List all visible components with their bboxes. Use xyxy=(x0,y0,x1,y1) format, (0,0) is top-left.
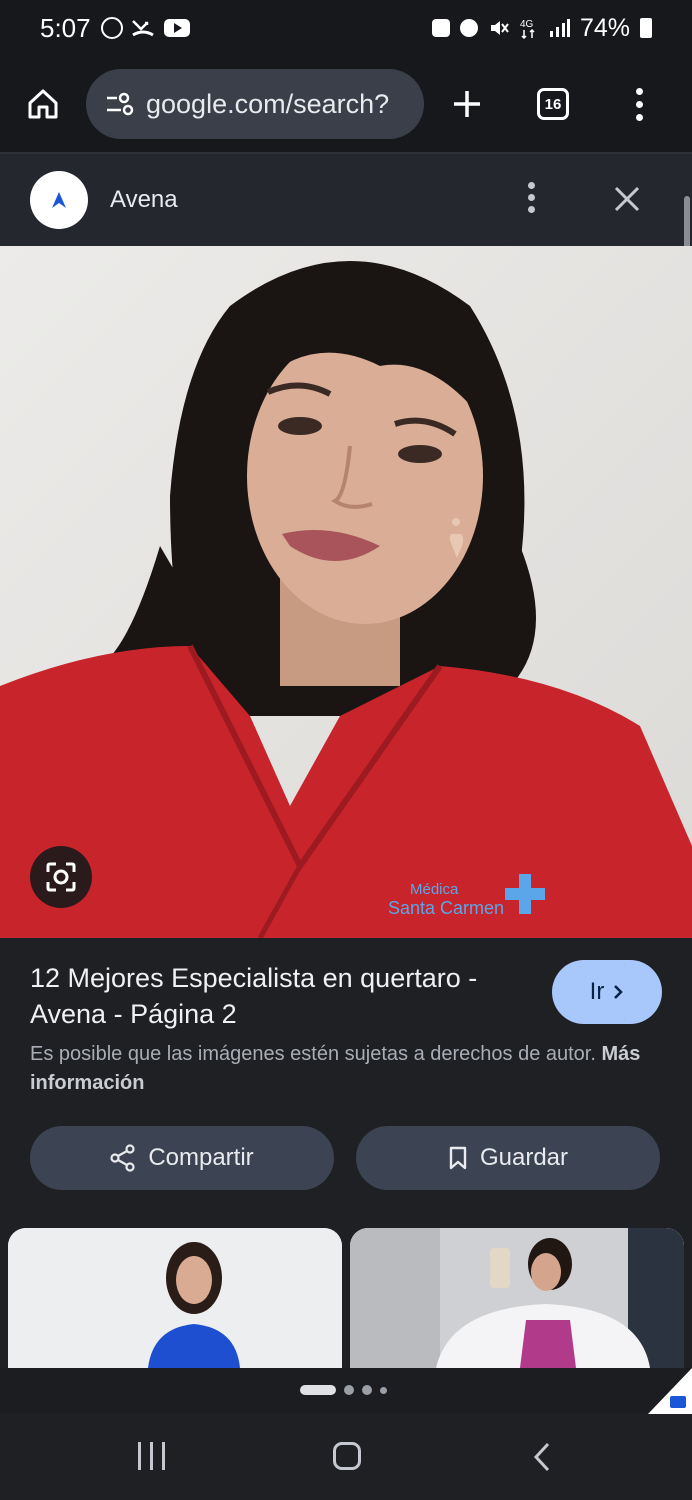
lens-icon xyxy=(46,862,76,892)
close-icon[interactable] xyxy=(612,184,642,214)
notification-box-icon xyxy=(431,19,450,37)
page-indicator-dot xyxy=(344,1385,354,1395)
tab-switcher-button[interactable]: 16 xyxy=(510,56,596,152)
browser-toolbar: google.com/search? 16 xyxy=(0,56,692,152)
back-icon[interactable] xyxy=(530,1442,554,1472)
mute-icon xyxy=(490,21,509,35)
related-image-1[interactable] xyxy=(8,1228,342,1368)
pager-bar xyxy=(0,1368,692,1414)
save-label: Guardar xyxy=(479,1144,569,1171)
more-vert-icon xyxy=(635,87,643,121)
youtube-icon xyxy=(163,19,190,37)
tab-count: 16 xyxy=(537,88,569,120)
more-options-button[interactable] xyxy=(528,182,535,218)
copyright-text: Es posible que las imágenes estén sujeta… xyxy=(30,1043,596,1065)
photo-illustration: Médica Santa Carmen xyxy=(0,246,692,938)
image-viewer-header: Avena xyxy=(0,154,692,246)
new-tab-button[interactable] xyxy=(424,56,510,152)
battery-icon xyxy=(640,18,652,38)
visit-site-button[interactable]: Ir xyxy=(552,960,662,1024)
copyright-notice: Es posible que las imágenes estén sujeta… xyxy=(30,1040,650,1098)
svg-text:4G: 4G xyxy=(520,19,534,30)
page-indicator-dot xyxy=(362,1385,372,1395)
signal-icon xyxy=(549,19,570,37)
visit-site-label: Ir xyxy=(589,978,605,1005)
missed-call-icon xyxy=(131,20,154,37)
status-right: 4G 74% xyxy=(431,13,652,43)
whatsapp-icon xyxy=(100,17,123,39)
main-image[interactable]: Médica Santa Carmen xyxy=(0,246,692,938)
status-bar: 5:07 4G 74% xyxy=(0,0,692,56)
browser-menu-button[interactable] xyxy=(596,56,682,152)
bookmark-icon xyxy=(449,1146,467,1170)
site-name[interactable]: Avena xyxy=(110,186,178,214)
site-settings-icon[interactable] xyxy=(104,89,134,119)
share-label: Compartir xyxy=(148,1144,254,1171)
page-indicator xyxy=(300,1385,387,1395)
home-button[interactable] xyxy=(0,56,86,152)
status-time: 5:07 xyxy=(40,12,91,43)
google-lens-button[interactable] xyxy=(30,846,92,908)
plus-icon xyxy=(454,91,480,117)
avena-logo-icon xyxy=(52,192,66,208)
share-button[interactable]: Compartir xyxy=(30,1126,334,1190)
address-bar[interactable]: google.com/search? xyxy=(86,69,424,139)
site-favicon[interactable] xyxy=(30,171,88,229)
network-4g-icon: 4G xyxy=(520,19,535,40)
system-navigation-bar xyxy=(0,1414,692,1500)
scrubs-logo-line1: Médica xyxy=(410,881,459,898)
home-icon xyxy=(28,89,58,119)
home-nav-button[interactable] xyxy=(333,1442,361,1470)
alarm-icon xyxy=(459,19,478,37)
page-indicator-dot xyxy=(380,1386,387,1394)
recents-button[interactable] xyxy=(138,1442,165,1470)
thumb-illustration-2 xyxy=(350,1228,684,1368)
battery-percentage: 74% xyxy=(579,13,630,42)
status-left-icons xyxy=(100,17,191,39)
url-text[interactable]: google.com/search? xyxy=(146,89,389,120)
related-images xyxy=(0,1228,692,1368)
chevron-right-icon xyxy=(614,985,624,999)
share-icon xyxy=(110,1144,135,1172)
page-indicator-active xyxy=(300,1385,336,1395)
save-button[interactable]: Guardar xyxy=(356,1126,660,1190)
result-title[interactable]: 12 Mejores Especialista en quertaro - Av… xyxy=(30,960,540,1032)
result-details: 12 Mejores Especialista en quertaro - Av… xyxy=(0,938,692,1228)
thumb-illustration-1 xyxy=(8,1228,342,1368)
scrubs-logo-line2: Santa Carmen xyxy=(388,898,504,918)
related-image-2[interactable] xyxy=(350,1228,684,1368)
corner-badge-icon[interactable] xyxy=(648,1368,692,1414)
